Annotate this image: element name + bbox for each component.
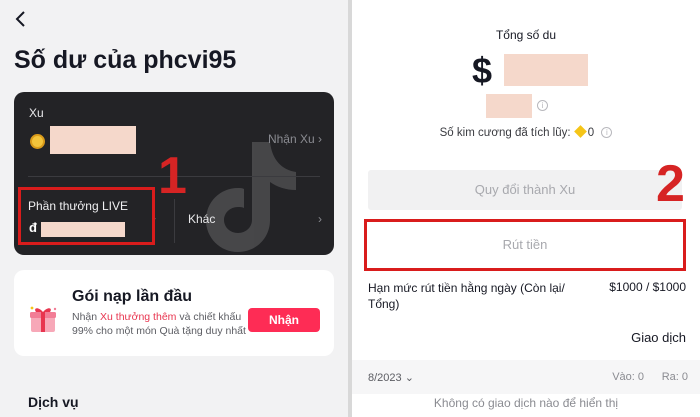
claim-button[interactable]: Nhận [248,308,320,332]
info-icon[interactable]: i [537,100,548,111]
highlight-box-live-rewards [18,187,155,245]
get-xu-label: Nhận Xu [267,132,315,146]
annotation-number-1: 1 [158,147,187,205]
highlight-box-withdraw [364,219,686,271]
chevron-down-icon: ⌄ [404,372,414,384]
total-balance-label: Tổng số du [495,28,557,42]
promo-title: Gói nạp lần đầu [72,288,193,305]
info-icon[interactable]: i [601,127,613,139]
currency-symbol: $ [472,50,493,91]
convert-to-xu-button[interactable]: Quy đổi thành Xu [368,170,682,210]
gift-icon [30,306,57,332]
redacted-xu-balance [50,126,136,154]
diamond-icon [573,125,587,138]
outgoing-count: Ra: 0 [661,371,688,383]
diamonds-label: Số kim cương đã tích lũy: [439,127,571,139]
daily-limit-label: Hạn mức rút tiền hằng ngày (Còn lại/ Tổn… [368,281,565,311]
coin-icon [30,134,45,149]
balance-screen: Số dư của phcvi95 Xu Nhận Xu › Phần thưở… [0,0,348,417]
first-topup-card: Gói nạp lần đầu Nhận Xu thưởng thêm và c… [14,270,334,356]
other-item[interactable]: Khác [188,212,215,226]
daily-limit-value: $1000 / $1000 [609,280,686,294]
chevron-right-icon[interactable]: › [318,212,322,226]
withdraw-screen: Tổng số du $ i Số kim cương đã tích lũy:… [352,0,700,417]
promo-desc-prefix: Nhận [72,311,101,323]
xu-label: Xu [29,106,44,120]
month-label: 8/2023 [368,372,402,384]
tiktok-logo-icon [206,142,296,252]
diamonds-count: 0 [587,127,595,139]
services-heading: Dịch vụ [28,394,79,410]
incoming-count: Vào: 0 [612,371,644,383]
redacted-sub-amount [486,94,532,118]
redacted-total-amount [504,54,588,86]
chevron-right-icon: › [318,132,322,146]
month-filter-bar: 8/2023 ⌄ Vào: 0 Ra: 0 [352,360,700,394]
page-title: Số dư của phcvi95 [14,46,237,74]
transactions-heading: Giao dịch [631,330,686,345]
empty-transactions-text: Không có giao dịch nào để hiển thị [433,396,619,410]
month-selector[interactable]: 8/2023 ⌄ [368,371,414,384]
diamonds-accumulated: Số kim cương đã tích lũy: 0 i [352,125,700,139]
back-arrow-icon[interactable] [12,10,30,28]
annotation-number-2: 2 [656,155,685,213]
promo-description: Nhận Xu thưởng thêm và chiết khấu 99% ch… [72,310,252,338]
get-xu-link[interactable]: Nhận Xu › [268,132,322,146]
promo-desc-highlight: Xu thưởng thêm [100,311,177,323]
